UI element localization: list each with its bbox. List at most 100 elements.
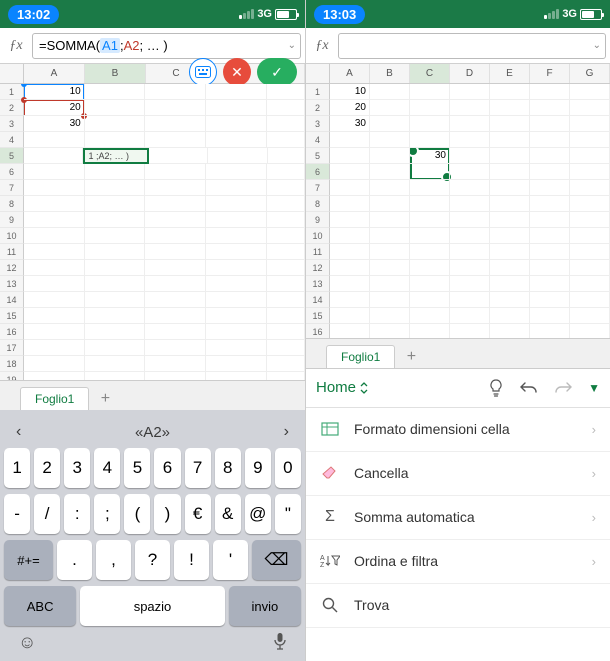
col-B[interactable]: B <box>85 64 146 83</box>
cell-C5[interactable]: 30 <box>410 148 450 164</box>
sigma-icon: Σ <box>320 508 340 526</box>
formula-input[interactable]: =SOMMA( A1 ; A2 ; … ) ⌄ <box>32 33 301 59</box>
collapse-ribbon-icon[interactable]: ▼ <box>588 381 600 395</box>
suggestion-prev[interactable]: ‹ <box>16 423 21 441</box>
col-E[interactable]: E <box>490 64 530 83</box>
suggestion-next[interactable]: › <box>284 423 289 441</box>
key-1[interactable]: 1 <box>4 448 30 488</box>
formula-bar: ƒx ⌄ <box>306 28 610 64</box>
signal-icon <box>239 9 254 19</box>
spreadsheet-grid[interactable]: 110 220 330 4 51 ;A2; … ) 6 7 8 9 10 11 … <box>0 84 305 380</box>
key-"[interactable]: " <box>275 494 301 534</box>
key-8[interactable]: 8 <box>215 448 241 488</box>
fx-icon[interactable]: ƒx <box>4 38 28 54</box>
key-6[interactable]: 6 <box>154 448 180 488</box>
chevron-down-icon[interactable]: ⌄ <box>593 40 601 51</box>
key-?[interactable]: ? <box>135 540 170 580</box>
key-)[interactable]: ) <box>154 494 180 534</box>
menu-clear[interactable]: Cancella › <box>306 452 610 496</box>
fx-icon[interactable]: ƒx <box>310 38 334 54</box>
sheet-tabs: Foglio1 + <box>306 338 610 368</box>
col-G[interactable]: G <box>570 64 610 83</box>
undo-icon[interactable] <box>520 381 538 395</box>
key-enter[interactable]: invio <box>229 586 301 626</box>
column-headers: A B C D E F G <box>306 64 610 84</box>
battery-icon <box>580 9 602 20</box>
key-.[interactable]: . <box>57 540 92 580</box>
col-D[interactable]: D <box>450 64 490 83</box>
key-;[interactable]: ; <box>94 494 120 534</box>
key-5[interactable]: 5 <box>124 448 150 488</box>
suggestion-text[interactable]: «A2» <box>135 424 170 441</box>
eraser-icon <box>320 466 340 480</box>
updown-icon <box>360 382 368 394</box>
key-/[interactable]: / <box>34 494 60 534</box>
cell-B5-editing[interactable]: 1 ;A2; … ) <box>83 148 148 164</box>
key-space[interactable]: spazio <box>80 586 225 626</box>
key-4[interactable]: 4 <box>94 448 120 488</box>
spreadsheet-grid[interactable]: 110 220 330 4 530 6 7 8 9 10 11 12 13 14… <box>306 84 610 338</box>
menu-cell-size[interactable]: Formato dimensioni cella › <box>306 408 610 452</box>
screen-right: 13:03 3G ƒx ⌄ A B C D E F G 110 220 330 … <box>305 0 610 661</box>
col-B[interactable]: B <box>370 64 410 83</box>
key-abc[interactable]: ABC <box>4 586 76 626</box>
sheet-tabs: Foglio1 + <box>0 380 305 410</box>
key-backspace[interactable]: ⌫ <box>252 540 301 580</box>
key-([interactable]: ( <box>124 494 150 534</box>
cancel-button[interactable]: ✕ <box>223 58 251 86</box>
network-label: 3G <box>257 8 272 20</box>
signal-icon <box>544 9 559 19</box>
cell-A1[interactable]: 10 <box>330 84 370 100</box>
status-bar: 13:03 3G <box>306 0 610 28</box>
cell-A1[interactable]: 10 <box>24 84 85 100</box>
col-A[interactable]: A <box>24 64 85 83</box>
confirm-button[interactable]: ✓ <box>257 58 297 86</box>
key-,[interactable]: , <box>96 540 131 580</box>
key-7[interactable]: 7 <box>185 448 211 488</box>
key-9[interactable]: 9 <box>245 448 271 488</box>
key-symbols[interactable]: #+= <box>4 540 53 580</box>
cell-A2[interactable]: 20 <box>330 100 370 116</box>
add-sheet-button[interactable]: + <box>397 346 425 368</box>
key-'[interactable]: ' <box>213 540 248 580</box>
key-3[interactable]: 3 <box>64 448 90 488</box>
keyboard-toggle-button[interactable] <box>189 58 217 86</box>
mic-icon[interactable] <box>273 632 287 653</box>
chevron-right-icon: › <box>592 554 596 569</box>
menu-sort-filter[interactable]: AZ Ordina e filtra › <box>306 540 610 584</box>
chevron-down-icon[interactable]: ⌄ <box>288 40 296 51</box>
col-A[interactable]: A <box>330 64 370 83</box>
col-F[interactable]: F <box>530 64 570 83</box>
add-sheet-button[interactable]: + <box>91 388 119 410</box>
col-C[interactable]: C <box>410 64 450 83</box>
status-time: 13:02 <box>8 5 59 24</box>
key-![interactable]: ! <box>174 540 209 580</box>
emoji-icon[interactable]: ☺ <box>18 632 36 653</box>
chevron-right-icon: › <box>592 466 596 481</box>
redo-icon[interactable] <box>554 381 572 395</box>
cell-A3[interactable]: 30 <box>330 116 370 132</box>
key-&[interactable]: & <box>215 494 241 534</box>
formula-input[interactable]: ⌄ <box>338 33 606 59</box>
cell-A3[interactable]: 30 <box>24 116 85 132</box>
key-:[interactable]: : <box>64 494 90 534</box>
menu-find[interactable]: Trova <box>306 584 610 628</box>
ribbon-header: Home ▼ <box>306 368 610 408</box>
sheet-tab-foglio1[interactable]: Foglio1 <box>326 345 395 368</box>
sort-filter-icon: AZ <box>320 554 340 568</box>
key--[interactable]: - <box>4 494 30 534</box>
key-@[interactable]: @ <box>245 494 271 534</box>
key-0[interactable]: 0 <box>275 448 301 488</box>
cell-A2[interactable]: 20 <box>24 100 85 116</box>
key-2[interactable]: 2 <box>34 448 60 488</box>
status-time: 13:03 <box>314 5 365 24</box>
lightbulb-icon[interactable] <box>488 379 504 397</box>
svg-text:A: A <box>320 555 325 562</box>
svg-text:Z: Z <box>320 562 325 568</box>
ribbon-tab-home[interactable]: Home <box>316 379 368 396</box>
key-€[interactable]: € <box>185 494 211 534</box>
menu-autosum[interactable]: Σ Somma automatica › <box>306 496 610 540</box>
network-label: 3G <box>562 8 577 20</box>
sheet-tab-foglio1[interactable]: Foglio1 <box>20 387 89 410</box>
cell-size-icon <box>320 422 340 436</box>
